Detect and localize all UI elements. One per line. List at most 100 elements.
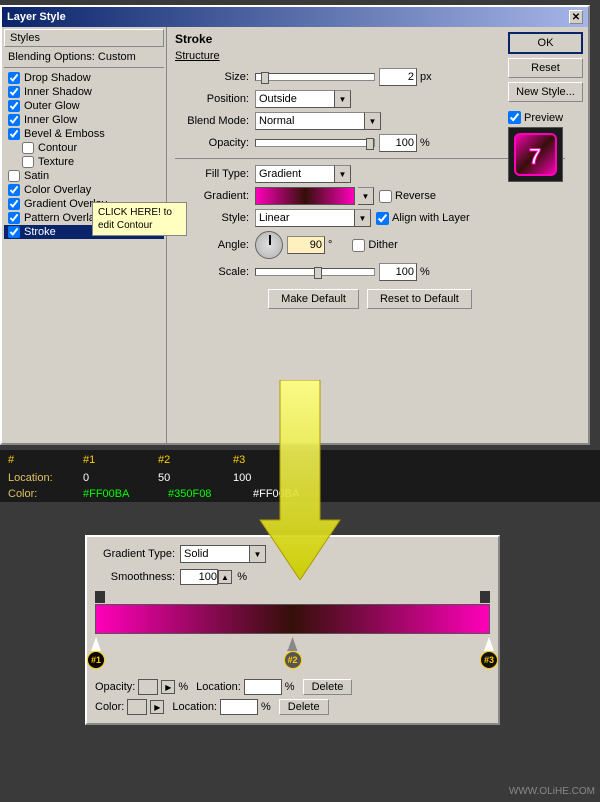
- reverse-checkbox[interactable]: [379, 190, 392, 203]
- blend-mode-arrow[interactable]: ▼: [365, 112, 381, 130]
- sidebar-item-inner-glow[interactable]: Inner Glow: [4, 113, 164, 127]
- scale-input[interactable]: [379, 263, 417, 281]
- gradient-type-label: Gradient Type:: [95, 548, 180, 560]
- gradient-preview[interactable]: [255, 187, 355, 205]
- reset-default-button[interactable]: Reset to Default: [367, 289, 472, 309]
- drop-shadow-checkbox[interactable]: [8, 72, 20, 84]
- size-slider-thumb[interactable]: [261, 72, 269, 84]
- bevel-emboss-checkbox[interactable]: [8, 128, 20, 140]
- fill-type-dropdown[interactable]: Gradient ▼: [255, 165, 351, 183]
- style-dropdown[interactable]: Linear ▼: [255, 209, 371, 227]
- opacity-input-group: Opacity: ▶ %: [95, 679, 188, 695]
- stop-hash-header: #: [8, 454, 68, 466]
- opacity-color-swatch[interactable]: [138, 679, 158, 695]
- opacity-location-input[interactable]: [244, 679, 282, 695]
- opacity-slider[interactable]: [255, 139, 375, 147]
- sidebar-item-drop-shadow[interactable]: Drop Shadow: [4, 71, 164, 85]
- outer-glow-checkbox[interactable]: [8, 100, 20, 112]
- gradient-dropdown-arrow[interactable]: ▼: [358, 187, 374, 205]
- position-dropdown[interactable]: Outside ▼: [255, 90, 351, 108]
- sidebar-item-satin[interactable]: Satin: [4, 169, 164, 183]
- new-style-button[interactable]: New Style...: [508, 82, 583, 102]
- scale-slider[interactable]: [255, 268, 375, 276]
- opacity-percent: %: [178, 681, 188, 693]
- size-input[interactable]: 2: [379, 68, 417, 86]
- opacity-input[interactable]: [379, 134, 417, 152]
- contour-checkbox[interactable]: [22, 142, 34, 154]
- stop-marker-inner-1: [91, 637, 101, 651]
- preview-section: Preview 7: [508, 111, 583, 182]
- gradient-overlay-checkbox[interactable]: [8, 198, 20, 210]
- size-unit: px: [420, 71, 432, 83]
- sidebar-item-outer-glow[interactable]: Outer Glow: [4, 99, 164, 113]
- sidebar-item-inner-shadow[interactable]: Inner Shadow: [4, 85, 164, 99]
- align-layer-checkbox[interactable]: [376, 212, 389, 225]
- location-2: 50: [158, 472, 218, 484]
- blend-mode-value: Normal: [255, 112, 365, 130]
- color-location-group: Location: %: [172, 699, 270, 715]
- color-input-label: Color:: [95, 701, 124, 713]
- sidebar-item-contour[interactable]: Contour: [4, 141, 164, 155]
- opacity-slider-thumb[interactable]: [366, 138, 374, 150]
- color-location-input[interactable]: [220, 699, 258, 715]
- opacity-stop-left[interactable]: [95, 591, 105, 603]
- sidebar-item-bevel-emboss[interactable]: Bevel & Emboss: [4, 127, 164, 141]
- opacity-row: Opacity: %: [175, 134, 565, 152]
- styles-header[interactable]: Styles: [4, 29, 164, 47]
- angle-unit: °: [328, 239, 332, 251]
- style-row: Style: Linear ▼ Align with Layer: [175, 209, 565, 227]
- smoothness-spinner[interactable]: ▲: [218, 570, 232, 584]
- inner-shadow-checkbox[interactable]: [8, 86, 20, 98]
- scale-slider-thumb[interactable]: [314, 267, 322, 279]
- fill-type-arrow[interactable]: ▼: [335, 165, 351, 183]
- reset-button[interactable]: Reset: [508, 58, 583, 78]
- angle-dial[interactable]: [255, 231, 283, 259]
- preview-icon: 7 7: [513, 132, 558, 177]
- color-overlay-checkbox[interactable]: [8, 184, 20, 196]
- color-arrow-btn[interactable]: ▶: [150, 700, 164, 714]
- sidebar-item-color-overlay[interactable]: Color Overlay: [4, 183, 164, 197]
- dialog-close-button[interactable]: ✕: [569, 10, 583, 24]
- opacity-input-label: Opacity:: [95, 681, 135, 693]
- ok-button[interactable]: OK: [508, 32, 583, 54]
- opacity-arrow-btn[interactable]: ▶: [161, 680, 175, 694]
- inner-glow-checkbox[interactable]: [8, 114, 20, 126]
- texture-checkbox[interactable]: [22, 156, 34, 168]
- position-row: Position: Outside ▼: [175, 90, 565, 108]
- style-value: Linear: [255, 209, 355, 227]
- preview-checkbox[interactable]: [508, 111, 521, 124]
- blending-options-item[interactable]: Blending Options: Custom: [4, 50, 164, 64]
- stop-badge-2: #2: [284, 651, 302, 669]
- position-dropdown-arrow[interactable]: ▼: [335, 90, 351, 108]
- satin-checkbox[interactable]: [8, 170, 20, 182]
- pattern-overlay-checkbox[interactable]: [8, 212, 20, 224]
- opacity-stop-right[interactable]: [480, 591, 490, 603]
- location-label: Location:: [8, 472, 68, 484]
- color-swatch[interactable]: [127, 699, 147, 715]
- main-panel: Stroke Structure Size: 2 px Position:: [167, 27, 588, 443]
- stroke-checkbox[interactable]: [8, 226, 20, 238]
- smoothness-input[interactable]: [180, 569, 218, 585]
- blend-mode-label: Blend Mode:: [175, 115, 255, 127]
- sidebar-item-texture[interactable]: Texture: [4, 155, 164, 169]
- angle-input[interactable]: [287, 236, 325, 254]
- smoothness-label: Smoothness:: [95, 571, 180, 583]
- color-1: #FF00BA: [83, 488, 153, 500]
- gradient-bar[interactable]: [95, 604, 490, 634]
- color-stop-2[interactable]: #2: [288, 637, 298, 651]
- styles-panel: Styles Blending Options: Custom Drop Sha…: [2, 27, 167, 443]
- size-slider[interactable]: [255, 73, 375, 81]
- style-dropdown-arrow[interactable]: ▼: [355, 209, 371, 227]
- stop-marker-inner-2: [288, 637, 298, 651]
- color-stop-3[interactable]: #3: [484, 637, 494, 651]
- dither-checkbox[interactable]: [352, 239, 365, 252]
- make-default-button[interactable]: Make Default: [268, 289, 359, 309]
- stop-2-header: #2: [158, 454, 218, 466]
- opacity-delete-button[interactable]: Delete: [303, 679, 353, 695]
- angle-indicator: [269, 235, 271, 245]
- color-delete-button[interactable]: Delete: [279, 699, 329, 715]
- stop-1-header: #1: [83, 454, 143, 466]
- blend-mode-dropdown[interactable]: Normal ▼: [255, 112, 381, 130]
- color-stop-1[interactable]: #1: [91, 637, 101, 651]
- blend-mode-row: Blend Mode: Normal ▼: [175, 112, 565, 130]
